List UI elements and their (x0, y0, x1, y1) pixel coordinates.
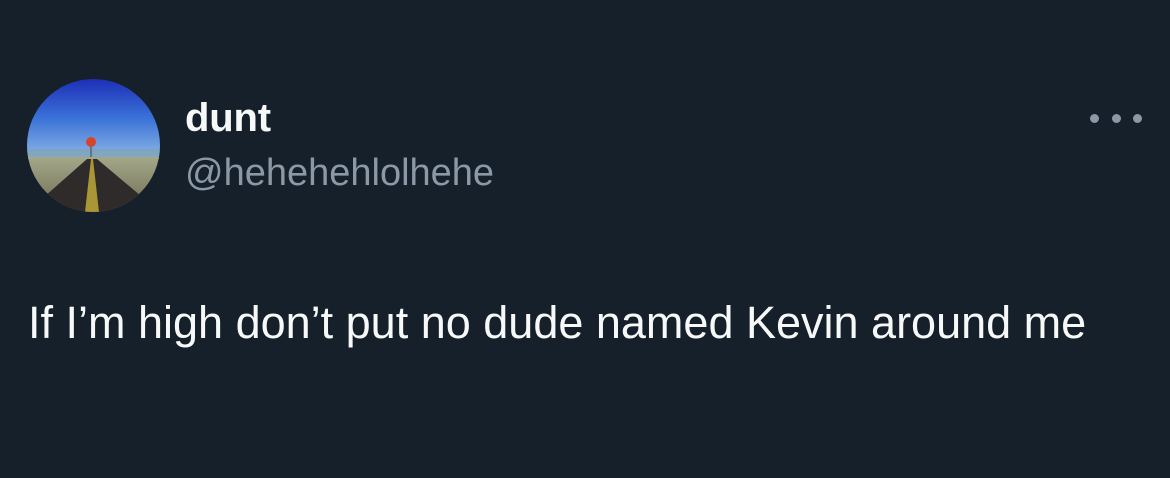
more-dot (1133, 113, 1142, 123)
avatar[interactable] (27, 79, 160, 212)
user-handle[interactable]: @hehehehlolhehe (185, 151, 494, 195)
tweet-text: If I’m high don’t put no dude named Kevi… (28, 297, 1087, 348)
tweet-card: dunt @hehehehlolhehe If I’m high don’t p… (0, 0, 1170, 478)
display-name[interactable]: dunt (185, 96, 271, 140)
more-dot (1090, 113, 1099, 123)
more-dot (1111, 113, 1121, 123)
more-options-icon[interactable] (1090, 100, 1142, 136)
avatar-image (27, 79, 160, 212)
